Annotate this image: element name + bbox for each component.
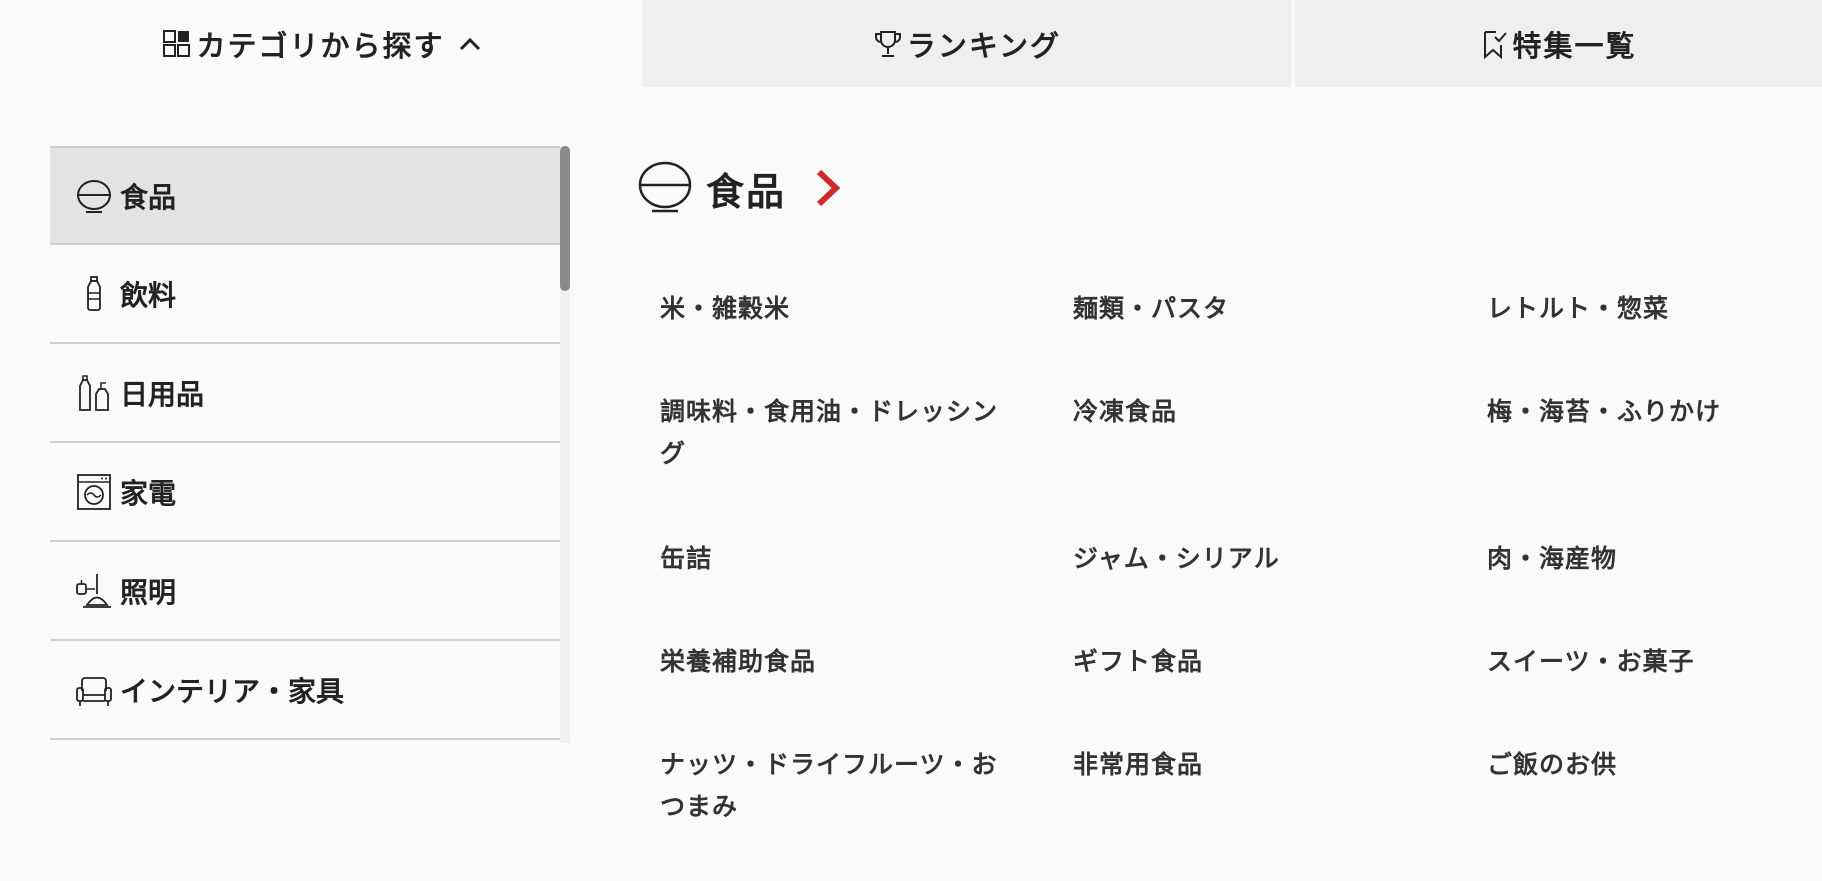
sidebar-item-drinks[interactable]: 飲料 <box>50 245 560 344</box>
rice-bowl-icon <box>74 176 114 216</box>
category-heading[interactable]: 食品 <box>636 158 842 218</box>
category-grid-icon <box>162 29 192 59</box>
sofa-icon <box>74 670 114 710</box>
subcategory-link[interactable]: レトルト・惣菜 <box>1487 288 1822 330</box>
scrollbar-thumb[interactable] <box>560 146 570 291</box>
rice-bowl-icon <box>636 157 694 219</box>
sidebar-item-label: 日用品 <box>120 377 205 411</box>
subcategory-link[interactable]: 冷凍食品 <box>1073 391 1433 433</box>
tab-ranking-label: ランキング <box>906 28 1062 63</box>
subcategory-link[interactable]: 米・雑穀米 <box>660 288 1020 330</box>
sidebar-item-label: 家電 <box>120 476 177 510</box>
subcategory-link[interactable]: 麺類・パスタ <box>1073 288 1433 330</box>
subcategory-link[interactable]: 栄養補助食品 <box>660 641 1020 683</box>
sidebar-item-label: 照明 <box>120 575 177 609</box>
sidebar-item-lighting[interactable]: 照明 <box>50 542 560 641</box>
subcategory-link[interactable]: 缶詰 <box>660 538 1020 580</box>
sidebar-scrollbar[interactable] <box>560 146 570 743</box>
sidebar-item-label: 飲料 <box>120 278 177 312</box>
page-title: 食品 <box>706 169 787 214</box>
subcategory-link[interactable]: ナッツ・ドライフルーツ・おつまみ <box>660 744 1020 828</box>
sidebar-item-daily-goods[interactable]: 日用品 <box>50 344 560 443</box>
washing-machine-icon <box>74 472 114 512</box>
subcategory-link[interactable]: 肉・海産物 <box>1487 538 1822 580</box>
bottle-icon <box>74 274 114 314</box>
tab-category[interactable]: カテゴリから探す <box>0 0 643 87</box>
subcategory-link[interactable]: 調味料・食用油・ドレッシング <box>660 391 1020 475</box>
detergent-bottles-icon <box>74 373 114 413</box>
subcategory-link[interactable]: ご飯のお供 <box>1487 744 1822 786</box>
subcategory-link[interactable]: 梅・海苔・ふりかけ <box>1487 391 1822 433</box>
tab-category-label: カテゴリから探す <box>196 28 445 63</box>
bookmark-icon <box>1480 29 1508 59</box>
tab-features[interactable]: 特集一覧 <box>1295 0 1822 87</box>
subcategory-link[interactable]: ギフト食品 <box>1073 641 1433 683</box>
chevron-up-icon <box>459 37 481 51</box>
subcategory-link[interactable]: 非常用食品 <box>1073 744 1433 786</box>
tab-ranking[interactable]: ランキング <box>643 0 1293 87</box>
category-sidebar: 食品 飲料 日用品 家電 照明 インテリア・家具 <box>50 146 560 743</box>
chevron-right-icon[interactable] <box>814 168 842 208</box>
trophy-icon <box>873 29 903 59</box>
tab-features-label: 特集一覧 <box>1512 28 1637 63</box>
subcategory-link[interactable]: ジャム・シリアル <box>1073 538 1433 580</box>
sidebar-item-label: 食品 <box>120 180 177 214</box>
pendant-lamp-icon <box>74 571 114 611</box>
sidebar-item-appliances[interactable]: 家電 <box>50 443 560 542</box>
top-tabs: カテゴリから探す ランキング 特集一覧 <box>0 0 1822 87</box>
sidebar-item-label: インテリア・家具 <box>120 674 345 708</box>
subcategory-link[interactable]: スイーツ・お菓子 <box>1487 641 1822 683</box>
sidebar-item-interior[interactable]: インテリア・家具 <box>50 641 560 740</box>
sidebar-item-food[interactable]: 食品 <box>50 146 560 245</box>
